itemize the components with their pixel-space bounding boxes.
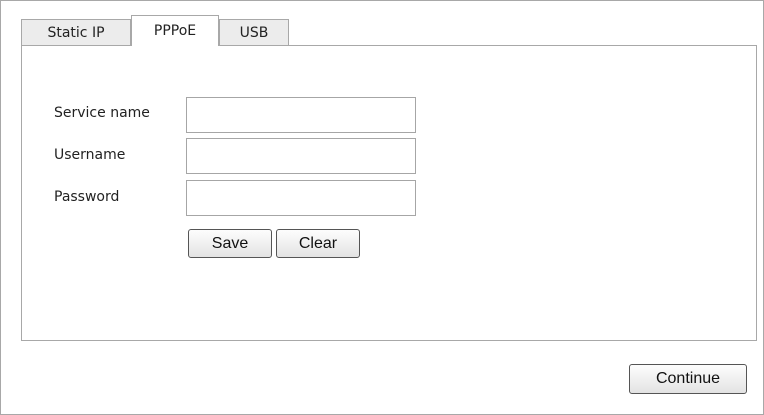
save-button[interactable]: Save	[188, 229, 272, 258]
service-name-input[interactable]	[186, 97, 416, 133]
continue-button[interactable]: Continue	[629, 364, 747, 394]
pppoe-settings-window: Static IP PPPoE USB Service name Usernam…	[0, 0, 764, 415]
pppoe-panel: Service name Username Password Save Clea…	[21, 45, 757, 341]
service-name-label: Service name	[54, 105, 150, 121]
tab-pppoe[interactable]: PPPoE	[131, 15, 219, 46]
tab-static-ip[interactable]: Static IP	[21, 19, 131, 45]
password-input[interactable]	[186, 180, 416, 216]
username-input[interactable]	[186, 138, 416, 174]
username-label: Username	[54, 147, 126, 163]
password-label: Password	[54, 189, 120, 205]
clear-button[interactable]: Clear	[276, 229, 360, 258]
tab-usb[interactable]: USB	[219, 19, 289, 45]
